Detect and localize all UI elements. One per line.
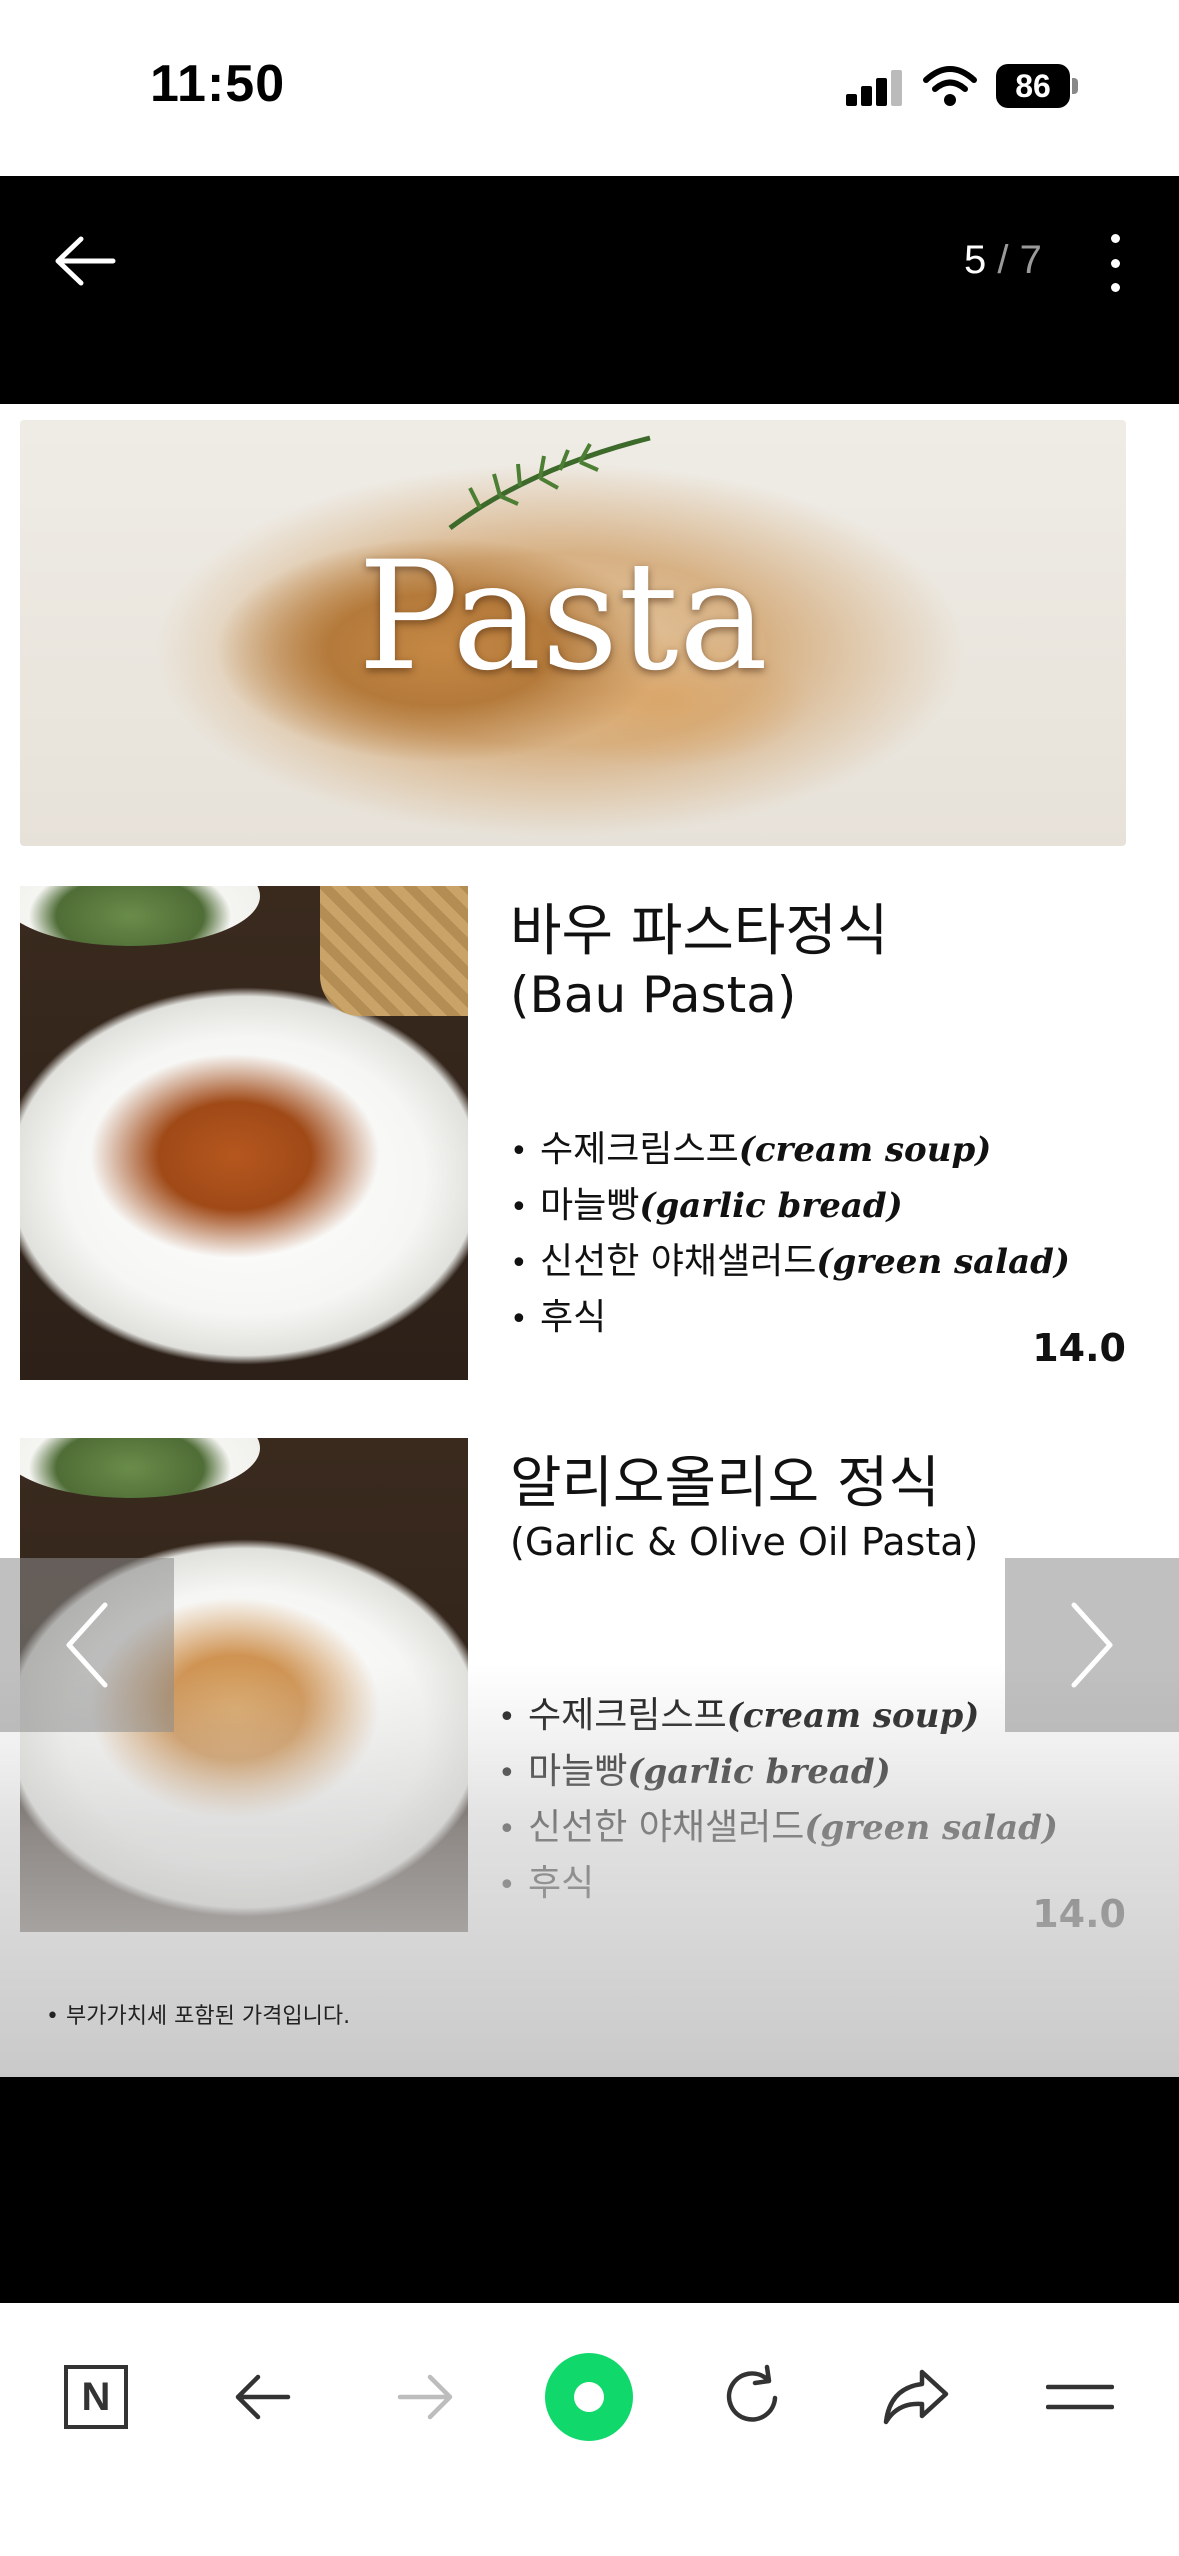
status-time: 11:50 bbox=[150, 55, 286, 113]
menu-button[interactable] bbox=[1030, 2347, 1130, 2447]
hero-title: Pasta bbox=[357, 530, 769, 704]
list-item: • 후식 bbox=[498, 1863, 595, 1904]
back-button[interactable] bbox=[50, 226, 120, 296]
vat-footnote: • 부가가치세 포함된 가격입니다. bbox=[46, 2004, 351, 2029]
browser-forward-button[interactable] bbox=[376, 2347, 476, 2447]
more-vertical-icon bbox=[1110, 234, 1120, 243]
list-item: • 수제크림스프(cream soup) bbox=[498, 1695, 980, 1736]
browser-back-button[interactable] bbox=[212, 2347, 312, 2447]
cellular-signal-icon bbox=[846, 70, 904, 106]
naver-home-icon: N bbox=[64, 2365, 128, 2429]
list-item: • 수제크림스프(cream soup) bbox=[510, 1129, 992, 1170]
item-name-ko: 바우 파스타정식 bbox=[510, 899, 889, 964]
menu-icon bbox=[1046, 2384, 1114, 2410]
item-name-en: (Bau Pasta) bbox=[510, 966, 797, 1024]
next-image-button[interactable] bbox=[1005, 1558, 1179, 1732]
share-button[interactable] bbox=[866, 2347, 966, 2447]
menu-item-bau-pasta: 바우 파스타정식 (Bau Pasta) • 수제크림스프(cream soup)… bbox=[20, 886, 1126, 1380]
page-counter: 5 / 7 bbox=[964, 238, 1042, 283]
green-dot-icon bbox=[545, 2353, 633, 2441]
more-options-button[interactable] bbox=[1090, 228, 1140, 298]
item-name-en: (Garlic & Olive Oil Pasta) bbox=[510, 1520, 979, 1564]
green-dot-button[interactable] bbox=[539, 2347, 639, 2447]
battery-icon: 86 bbox=[996, 64, 1078, 108]
item-price: 14.0 bbox=[1032, 1892, 1126, 1936]
wifi-icon bbox=[922, 64, 978, 108]
chevron-left-icon bbox=[66, 1602, 108, 1688]
naver-home-button[interactable]: N bbox=[46, 2347, 146, 2447]
back-arrow-icon bbox=[55, 236, 116, 286]
list-item: • 후식 bbox=[510, 1297, 607, 1338]
total-pages: 7 bbox=[1019, 238, 1042, 282]
reload-button[interactable] bbox=[702, 2347, 802, 2447]
chevron-right-icon bbox=[1071, 1602, 1113, 1688]
forward-icon bbox=[397, 2374, 453, 2420]
list-item: • 마늘빵(garlic bread) bbox=[510, 1185, 903, 1226]
menu-image: Pasta 바우 파스타정식 (Bau Pasta) • 수제크림스프(cream… bbox=[0, 404, 1179, 2077]
status-bar: 11:50 86 bbox=[0, 0, 1179, 176]
previous-image-button[interactable] bbox=[0, 1558, 174, 1732]
list-item: • 신선한 야채샐러드(green salad) bbox=[498, 1807, 1058, 1848]
viewer-header: 5 / 7 bbox=[0, 176, 1179, 404]
pasta-hero-image: Pasta bbox=[20, 420, 1126, 846]
item-price: 14.0 bbox=[1032, 1326, 1126, 1370]
current-page: 5 bbox=[964, 238, 987, 282]
item-name-ko: 알리오올리오 정식 bbox=[510, 1451, 940, 1516]
menu-item-aglio-olio: 알리오올리오 정식 (Garlic & Olive Oil Pasta) • 수제… bbox=[20, 1438, 1126, 1936]
list-item: • 마늘빵(garlic bread) bbox=[498, 1751, 891, 1792]
viewer-footer bbox=[0, 2077, 1179, 2303]
back-icon bbox=[235, 2374, 291, 2420]
share-icon bbox=[883, 2369, 949, 2425]
bau-pasta-photo bbox=[20, 886, 468, 1380]
rosemary-garnish-icon bbox=[448, 435, 651, 531]
battery-level: 86 bbox=[996, 64, 1070, 108]
browser-toolbar: N bbox=[0, 2303, 1179, 2556]
page-separator: / bbox=[997, 238, 1009, 282]
inclusions-list: • 수제크림스프(cream soup) • 마늘빵(garlic bread) •… bbox=[498, 1688, 1058, 1912]
list-item: • 신선한 야채샐러드(green salad) bbox=[510, 1241, 1070, 1282]
reload-icon bbox=[726, 2364, 778, 2422]
inclusions-list: • 수제크림스프(cream soup) • 마늘빵(garlic bread) •… bbox=[510, 1122, 1070, 1346]
